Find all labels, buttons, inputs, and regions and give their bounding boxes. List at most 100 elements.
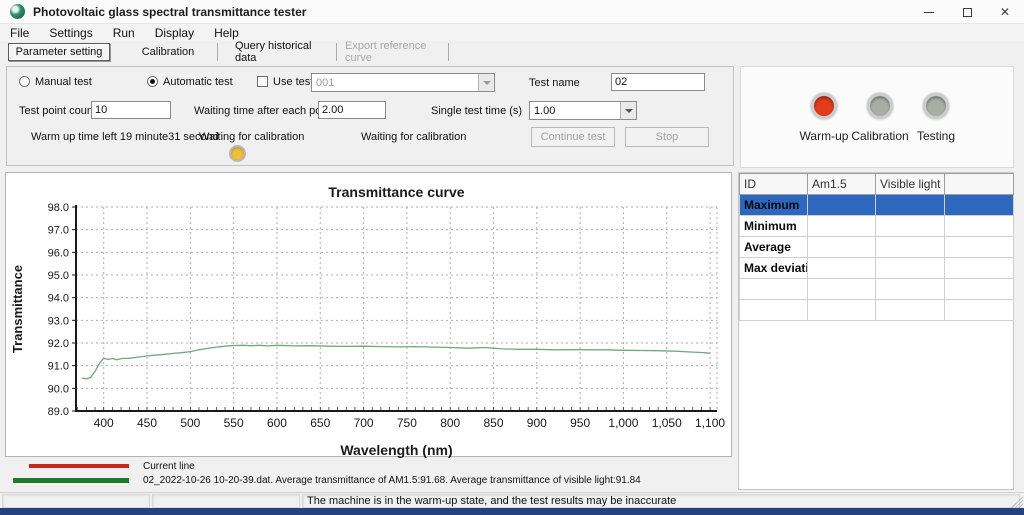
radio-unchecked-icon	[19, 76, 30, 87]
table-row-empty[interactable]	[740, 279, 1014, 300]
warmup-countdown-text: Warm up time left 19 minute31 second	[31, 131, 219, 143]
chevron-down-icon	[483, 81, 491, 85]
waiting-time-input[interactable]	[318, 101, 386, 119]
maximize-button[interactable]	[948, 0, 986, 24]
col-header-am15[interactable]: Am1.5	[808, 174, 876, 195]
toolbar-separator	[448, 43, 449, 61]
status-indicator-panel: Warm-up Calibration Testing	[740, 66, 1014, 168]
dropdown-arrow-box	[620, 102, 636, 119]
toolbar: Parameter setting Calibration Query hist…	[0, 41, 1024, 63]
bottom-edge-strip	[0, 508, 1024, 515]
table-row-minimum[interactable]: Minimum	[740, 216, 1014, 237]
calibration-button[interactable]: Calibration	[120, 43, 216, 61]
chart-panel: 89.090.091.092.093.094.095.096.097.098.0…	[5, 172, 732, 457]
checkbox-unchecked-icon	[257, 76, 268, 87]
minimize-icon	[924, 12, 934, 13]
menu-file[interactable]: File	[0, 24, 39, 41]
svg-text:450: 450	[137, 416, 157, 430]
menu-run[interactable]: Run	[103, 24, 145, 41]
parameter-setting-button[interactable]: Parameter setting	[8, 43, 110, 61]
single-test-time-dropdown[interactable]: 1.00	[529, 101, 637, 120]
radio-checked-icon	[147, 76, 158, 87]
status-panel-2	[152, 494, 300, 508]
svg-text:95.0: 95.0	[48, 270, 69, 282]
svg-text:90.0: 90.0	[48, 383, 69, 395]
col-header-id[interactable]: ID	[740, 174, 808, 195]
transmittance-chart: 89.090.091.092.093.094.095.096.097.098.0…	[6, 173, 733, 458]
testing-indicator-icon	[923, 93, 949, 119]
menu-bar: File Settings Run Display Help	[0, 24, 1024, 41]
single-test-time-label: Single test time (s)	[431, 105, 522, 117]
menu-settings[interactable]: Settings	[39, 24, 102, 41]
svg-text:750: 750	[397, 416, 417, 430]
table-row-max-deviation[interactable]: Max deviation	[740, 258, 1014, 279]
menu-display[interactable]: Display	[145, 24, 204, 41]
dropdown-arrow-box	[478, 74, 494, 91]
results-table-panel: ID Am1.5 Visible light Maximum Minimum A…	[738, 172, 1014, 490]
manual-test-radio[interactable]: Manual test	[19, 76, 92, 88]
menu-help[interactable]: Help	[204, 24, 249, 41]
svg-text:400: 400	[94, 416, 114, 430]
table-row-average[interactable]: Average	[740, 237, 1014, 258]
continue-test-button[interactable]: Continue test	[531, 127, 615, 147]
warmup-lamp-icon	[229, 145, 246, 162]
svg-text:1,100: 1,100	[695, 416, 725, 430]
svg-text:700: 700	[354, 416, 374, 430]
table-row-empty[interactable]	[740, 300, 1014, 321]
warmup-indicator-icon	[811, 93, 837, 119]
resize-grip-icon[interactable]	[1011, 496, 1023, 508]
status-panel-1	[2, 494, 150, 508]
testing-indicator-label: Testing	[901, 129, 971, 143]
window-controls: ✕	[910, 0, 1024, 24]
svg-text:96.0: 96.0	[48, 247, 69, 259]
export-reference-curve-button[interactable]: Export reference curve	[345, 43, 447, 61]
svg-text:550: 550	[224, 416, 244, 430]
calibration-indicator-icon	[867, 93, 893, 119]
automatic-test-radio[interactable]: Automatic test	[147, 76, 233, 88]
parameter-group: Manual test Automatic test Use test path…	[6, 66, 734, 166]
svg-text:Wavelength (nm): Wavelength (nm)	[340, 442, 452, 458]
svg-text:850: 850	[484, 416, 504, 430]
status-bar: The machine is in the warm-up state, and…	[0, 492, 1024, 508]
results-table: ID Am1.5 Visible light Maximum Minimum A…	[739, 173, 1014, 321]
current-line-swatch-icon	[29, 464, 129, 468]
chevron-down-icon	[625, 109, 633, 113]
table-header-row: ID Am1.5 Visible light	[740, 174, 1014, 195]
close-icon: ✕	[1000, 5, 1010, 19]
svg-text:94.0: 94.0	[48, 293, 69, 305]
svg-text:91.0: 91.0	[48, 361, 69, 373]
svg-text:98.0: 98.0	[48, 202, 69, 214]
calibration-status-text-1: Waiting for calibration	[199, 131, 304, 143]
col-header-visible-light[interactable]: Visible light	[876, 174, 945, 195]
query-historical-data-button[interactable]: Query historical data	[235, 43, 335, 61]
test-path-dropdown[interactable]: 001	[311, 73, 495, 92]
svg-text:97.0: 97.0	[48, 225, 69, 237]
svg-text:1,050: 1,050	[652, 416, 682, 430]
window-title: Photovoltaic glass spectral transmittanc…	[33, 0, 306, 24]
minimize-button[interactable]	[910, 0, 948, 24]
svg-text:800: 800	[440, 416, 460, 430]
test-point-count-input[interactable]	[91, 101, 171, 119]
status-message: The machine is in the warm-up state, and…	[303, 495, 1019, 508]
maximize-icon	[963, 8, 972, 17]
svg-text:950: 950	[570, 416, 590, 430]
svg-text:500: 500	[180, 416, 200, 430]
close-button[interactable]: ✕	[986, 0, 1024, 24]
app-icon	[10, 4, 25, 19]
reference-line-legend-label: 02_2022-10-26 10-20-39.dat. Average tran…	[143, 475, 641, 486]
test-name-input[interactable]	[611, 73, 705, 91]
calibration-status-text-2: Waiting for calibration	[361, 131, 466, 143]
stop-button[interactable]: Stop	[625, 127, 709, 147]
toolbar-separator	[336, 43, 337, 61]
title-bar: Photovoltaic glass spectral transmittanc…	[0, 0, 1024, 24]
svg-text:92.0: 92.0	[48, 338, 69, 350]
svg-text:93.0: 93.0	[48, 315, 69, 327]
toolbar-separator	[217, 43, 218, 61]
col-header-extra[interactable]	[945, 174, 1014, 195]
svg-text:650: 650	[310, 416, 330, 430]
svg-text:1,000: 1,000	[608, 416, 638, 430]
svg-text:900: 900	[527, 416, 547, 430]
svg-text:600: 600	[267, 416, 287, 430]
svg-text:Transmittance: Transmittance	[10, 265, 25, 353]
table-row-maximum[interactable]: Maximum	[740, 195, 1014, 216]
